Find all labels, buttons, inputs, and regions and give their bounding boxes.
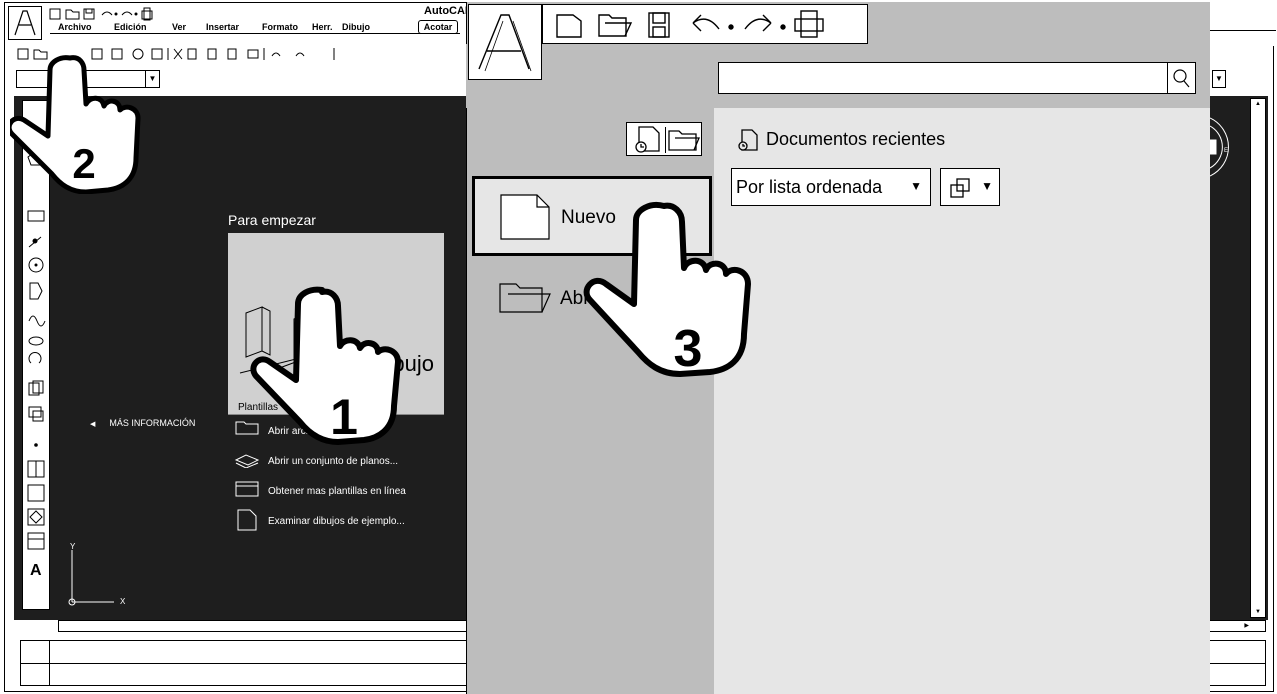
online-templates-icon — [234, 480, 260, 498]
quick-access-toolbar — [542, 4, 868, 44]
menu-divider — [50, 33, 460, 34]
menu-insertar[interactable]: Insertar — [206, 22, 239, 32]
open-documents-icon[interactable] — [667, 127, 701, 153]
open-icon[interactable] — [597, 11, 633, 39]
separator — [665, 127, 666, 153]
menu-herr[interactable]: Herr. — [312, 22, 333, 32]
menu-archivo[interactable]: Archivo — [58, 22, 92, 32]
sheet-set-icon — [234, 452, 260, 468]
search-input[interactable] — [718, 62, 1196, 94]
step-3-label: 3 — [674, 320, 703, 378]
menu-edicion[interactable]: Edición — [114, 22, 147, 32]
recent-documents-icon[interactable] — [631, 125, 663, 155]
viewcube-compass-icon[interactable]: E — [1210, 112, 1250, 182]
new-icon[interactable] — [555, 11, 585, 39]
new-document-icon — [499, 193, 551, 241]
ucs-y-label: Y — [70, 542, 76, 551]
menu-acotar[interactable]: Acotar — [418, 20, 458, 34]
properties-combo-arrow[interactable]: ▼ — [1212, 70, 1226, 88]
svg-text:E: E — [1224, 148, 1228, 154]
save-icon[interactable] — [645, 11, 673, 39]
step-1-label: 1 — [330, 389, 358, 445]
text-tool-icon[interactable]: A — [30, 562, 42, 580]
chevron-down-icon: ▼ — [910, 179, 922, 193]
open-folder-icon — [496, 278, 554, 316]
open-sheet-set-link[interactable]: Abrir un conjunto de planos... — [268, 456, 398, 467]
chevron-left-icon: ◀ — [90, 421, 96, 428]
recent-documents-label: Documentos recientes — [766, 128, 946, 149]
autocad-logo-small[interactable] — [8, 6, 42, 40]
pointing-hand-icon-step-1: 1 — [242, 284, 412, 454]
sample-drawings-icon — [236, 508, 258, 532]
menu-dibujo[interactable]: Dibujo — [342, 22, 370, 32]
view-mode-select[interactable]: ▼ — [940, 168, 1000, 206]
step-2-label: 2 — [72, 140, 95, 187]
search-icon[interactable] — [1167, 63, 1195, 93]
start-heading: Para empezar — [228, 212, 316, 228]
recent-open-documents-toggle[interactable] — [626, 122, 702, 156]
pointing-hand-icon-step-3: 3 — [580, 196, 760, 392]
quick-access-toolbar-small — [48, 7, 174, 21]
recent-documents-header-icon — [736, 128, 760, 152]
ucs-x-label: X — [120, 597, 126, 606]
view-mode-icon — [949, 177, 971, 199]
menu-ver[interactable]: Ver — [172, 22, 186, 32]
sort-order-value: Por lista ordenada — [736, 177, 883, 197]
undo-icon[interactable] — [689, 11, 739, 39]
menu-formato[interactable]: Formato — [262, 22, 298, 32]
more-info-link[interactable]: ◀ MÁS INFORMACIÓN — [90, 418, 195, 428]
chevron-down-icon: ▼ — [981, 179, 993, 193]
sort-order-select[interactable]: Por lista ordenada ▼ — [731, 168, 931, 206]
sample-drawings-link[interactable]: Examinar dibujos de ejemplo... — [268, 516, 405, 527]
plot-icon[interactable] — [793, 9, 827, 39]
recent-documents-title: Documentos recientes — [736, 128, 945, 152]
vertical-scrollbar[interactable]: ▲ ▼ — [1250, 98, 1266, 618]
application-button[interactable] — [468, 4, 542, 80]
online-templates-link[interactable]: Obtener mas plantillas en línea — [268, 486, 406, 497]
pointing-hand-icon-step-2: 2 — [10, 54, 150, 194]
redo-icon[interactable] — [741, 11, 791, 39]
more-info-label: MÁS INFORMACIÓN — [109, 418, 196, 428]
